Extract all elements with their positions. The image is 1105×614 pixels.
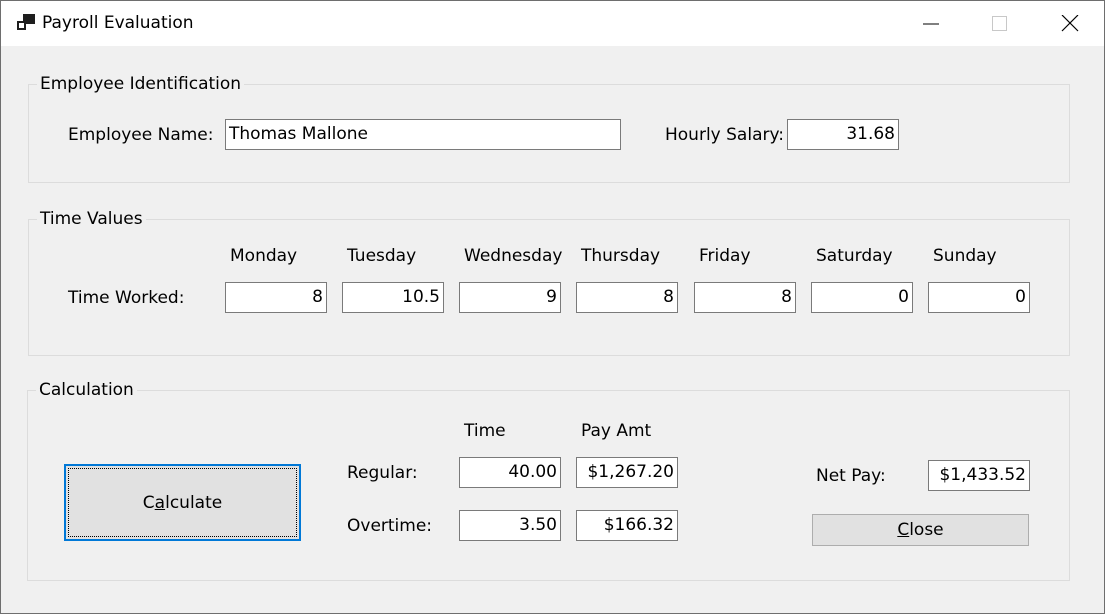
close-button[interactable]: Close xyxy=(812,514,1029,546)
day-label-monday: Monday xyxy=(230,246,298,266)
time-worked-friday-input[interactable]: 8 xyxy=(694,282,796,313)
maximize-icon xyxy=(992,16,1007,31)
time-column-header: Time xyxy=(464,421,506,441)
time-worked-monday-input[interactable]: 8 xyxy=(225,282,327,313)
time-values-title: Time Values xyxy=(37,209,146,229)
hourly-salary-input[interactable]: 31.68 xyxy=(787,119,899,150)
regular-time-output: 40.00 xyxy=(459,457,561,488)
time-worked-saturday-input[interactable]: 0 xyxy=(811,282,913,313)
maximize-button xyxy=(965,1,1034,46)
regular-pay-output: $1,267.20 xyxy=(576,457,678,488)
payroll-window: Payroll Evaluation Employee Identificati… xyxy=(0,0,1105,614)
regular-label: Regular: xyxy=(347,463,418,483)
employee-name-input[interactable]: Thomas Mallone xyxy=(225,119,621,150)
day-label-saturday: Saturday xyxy=(816,246,893,266)
calculate-button[interactable]: Calculate xyxy=(64,464,301,541)
window-title: Payroll Evaluation xyxy=(42,13,194,33)
day-label-sunday: Sunday xyxy=(933,246,997,266)
time-worked-label: Time Worked: xyxy=(68,288,185,308)
time-worked-thursday-input[interactable]: 8 xyxy=(576,282,678,313)
calculate-button-label: Calculate xyxy=(142,492,223,513)
net-pay-output: $1,433.52 xyxy=(928,460,1030,491)
day-label-tuesday: Tuesday xyxy=(347,246,417,266)
day-label-friday: Friday xyxy=(699,246,751,266)
minimize-icon xyxy=(923,23,939,25)
net-pay-label: Net Pay: xyxy=(816,466,886,486)
application-icon xyxy=(17,14,35,30)
hourly-salary-label: Hourly Salary: xyxy=(665,125,785,145)
close-icon xyxy=(1061,15,1079,32)
close-button-label: Close xyxy=(897,520,944,540)
employee-identification-title: Employee Identification xyxy=(37,74,245,94)
overtime-label: Overtime: xyxy=(347,516,433,536)
minimize-button[interactable] xyxy=(896,1,965,46)
title-bar[interactable]: Payroll Evaluation xyxy=(1,1,1104,46)
calculation-title: Calculation xyxy=(36,380,137,400)
time-worked-wednesday-input[interactable]: 9 xyxy=(459,282,561,313)
employee-name-label: Employee Name: xyxy=(68,125,214,145)
day-label-thursday: Thursday xyxy=(581,246,661,266)
overtime-pay-output: $166.32 xyxy=(576,510,678,541)
time-worked-tuesday-input[interactable]: 10.5 xyxy=(342,282,444,313)
overtime-time-output: 3.50 xyxy=(459,510,561,541)
time-worked-sunday-input[interactable]: 0 xyxy=(928,282,1030,313)
close-window-button[interactable] xyxy=(1035,1,1104,46)
pay-amount-column-header: Pay Amt xyxy=(581,421,652,441)
day-label-wednesday: Wednesday xyxy=(464,246,563,266)
